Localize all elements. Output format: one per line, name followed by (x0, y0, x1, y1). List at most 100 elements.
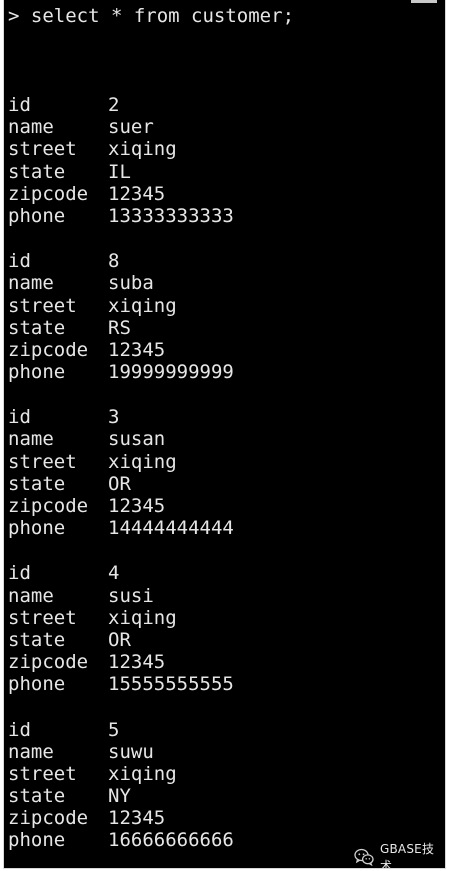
field-key-name: name (8, 584, 54, 607)
field-row: phone 13333333333 (8, 205, 234, 227)
scrollbar-thumb[interactable] (411, 0, 437, 3)
field-value-name: suwu (108, 740, 154, 763)
field-key-phone: phone (8, 673, 66, 696)
field-row: state OR (8, 473, 234, 495)
field-value-name: suer (108, 116, 154, 139)
field-row: phone 15555555555 (8, 673, 234, 695)
field-value-street: xiqing (108, 294, 177, 317)
field-value-state: NY (108, 785, 131, 808)
field-key-id: id (8, 250, 31, 273)
field-key-name: name (8, 740, 54, 763)
field-value-id: 5 (108, 718, 120, 741)
field-key-id: id (8, 718, 31, 741)
field-key-street: street (8, 294, 77, 317)
wechat-icon (354, 848, 374, 867)
result-record: id 5 name suwu street xiqing state NY zipcod… (8, 719, 234, 852)
field-key-name: name (8, 116, 54, 139)
field-row: zipcode 12345 (8, 495, 234, 517)
field-row: id 4 (8, 562, 234, 584)
field-value-id: 4 (108, 562, 120, 585)
field-value-name: suba (108, 272, 154, 295)
field-key-id: id (8, 406, 31, 429)
field-row: phone 14444444444 (8, 517, 234, 539)
field-key-zipcode: zipcode (8, 338, 89, 361)
field-value-id: 3 (108, 406, 120, 429)
result-record: id 4 name susi street xiqing state OR zipcod… (8, 562, 234, 695)
command-line: > select * from customer; (8, 5, 294, 27)
field-key-street: street (8, 606, 77, 629)
field-row: name suwu (8, 741, 234, 763)
field-value-state: OR (108, 628, 131, 651)
field-value-phone: 14444444444 (108, 517, 234, 540)
field-row: street xiqing (8, 295, 234, 317)
field-key-zipcode: zipcode (8, 651, 89, 674)
field-row: street xiqing (8, 451, 234, 473)
watermark-text: GBASE技术 (380, 842, 435, 869)
field-row: name susan (8, 428, 234, 450)
field-value-id: 8 (108, 250, 120, 273)
field-row: zipcode 12345 (8, 183, 234, 205)
prompt-symbol: > (8, 5, 20, 27)
field-key-zipcode: zipcode (8, 495, 89, 517)
field-row: name susi (8, 585, 234, 607)
field-key-street: street (8, 138, 77, 161)
field-key-phone: phone (8, 829, 66, 852)
result-record: id 3 name susan street xiqing state OR zipco… (8, 406, 234, 539)
field-value-phone: 16666666666 (108, 829, 234, 852)
field-row: street xiqing (8, 763, 234, 785)
field-row: id 3 (8, 406, 234, 428)
field-value-state: RS (108, 316, 131, 339)
field-key-state: state (8, 316, 66, 339)
field-row: state NY (8, 785, 234, 807)
field-row: state RS (8, 317, 234, 339)
field-key-name: name (8, 428, 54, 451)
field-value-zipcode: 12345 (108, 495, 166, 517)
field-key-state: state (8, 628, 66, 651)
field-row: id 2 (8, 94, 234, 116)
field-key-zipcode: zipcode (8, 807, 89, 830)
result-record: id 8 name suba street xiqing state RS zipcod… (8, 250, 234, 383)
field-value-name: susan (108, 428, 166, 451)
field-key-phone: phone (8, 517, 66, 540)
result-record: id 2 name suer street xiqing state IL zipcod… (8, 94, 234, 227)
sql-command: select * from customer; (30, 5, 295, 27)
field-key-street: street (8, 762, 77, 785)
field-row: name suer (8, 116, 234, 138)
field-value-zipcode: 12345 (108, 807, 166, 830)
field-value-name: susi (108, 584, 154, 607)
field-row: phone 19999999999 (8, 361, 234, 383)
field-value-zipcode: 12345 (108, 651, 166, 674)
field-row: name suba (8, 272, 234, 294)
field-value-zipcode: 12345 (108, 338, 166, 361)
field-value-state: IL (108, 160, 131, 183)
field-row: zipcode 12345 (8, 807, 234, 829)
terminal-window[interactable]: > select * from customer; id 2 name suer s… (3, 0, 446, 869)
field-key-phone: phone (8, 204, 66, 227)
field-value-phone: 19999999999 (108, 361, 234, 384)
field-row: zipcode 12345 (8, 651, 234, 673)
field-key-zipcode: zipcode (8, 182, 89, 205)
field-value-phone: 13333333333 (108, 204, 234, 227)
field-value-zipcode: 12345 (108, 182, 166, 205)
field-row: street xiqing (8, 138, 234, 160)
field-row: id 5 (8, 719, 234, 741)
field-key-phone: phone (8, 361, 66, 384)
field-value-street: xiqing (108, 606, 177, 629)
field-key-id: id (8, 562, 31, 585)
field-value-state: OR (108, 472, 131, 495)
field-row: state IL (8, 161, 234, 183)
query-results: id 2 name suer street xiqing state IL zipcod… (8, 94, 234, 868)
watermark: GBASE技术 (354, 840, 445, 869)
field-key-id: id (8, 94, 31, 116)
field-value-street: xiqing (108, 138, 177, 161)
field-key-state: state (8, 160, 66, 183)
field-key-state: state (8, 785, 66, 808)
field-row: street xiqing (8, 607, 234, 629)
field-value-phone: 15555555555 (108, 673, 234, 696)
field-row: id 8 (8, 250, 234, 272)
field-key-street: street (8, 450, 77, 473)
field-key-name: name (8, 272, 54, 295)
field-row: zipcode 12345 (8, 339, 234, 361)
field-row: state OR (8, 629, 234, 651)
field-row: phone 16666666666 (8, 829, 234, 851)
